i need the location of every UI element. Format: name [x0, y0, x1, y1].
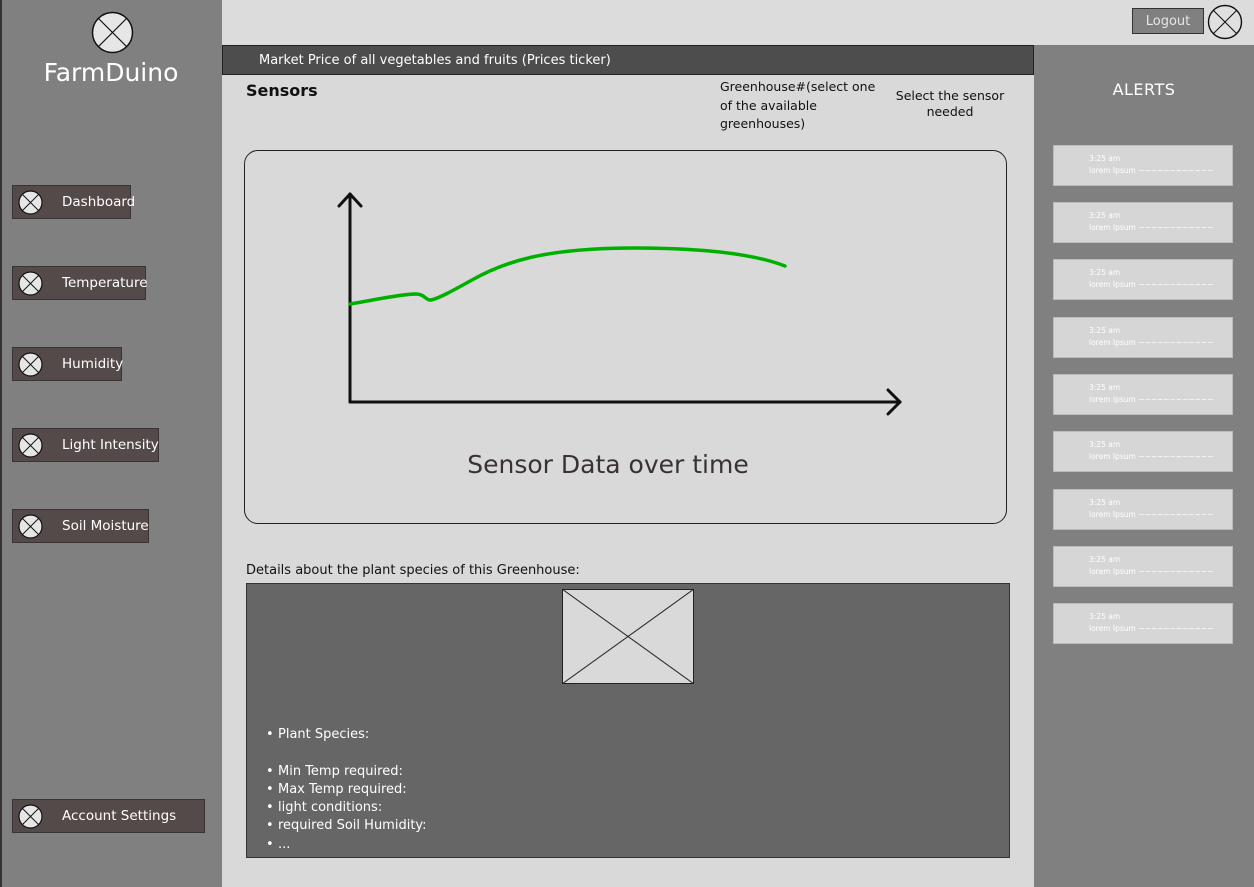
- alert-message: lorem Ipsum ~~~~~~~~~~~~: [1089, 223, 1214, 232]
- bullet: •: [266, 818, 274, 834]
- sidebar-item-dashboard[interactable]: Dashboard: [12, 185, 135, 219]
- sidebar-item-account-settings[interactable]: Account Settings: [12, 799, 205, 833]
- alert-message: lorem Ipsum ~~~~~~~~~~~~: [1089, 395, 1214, 404]
- humidity-icon: [18, 351, 43, 377]
- sidebar-item-humidity[interactable]: Humidity: [12, 347, 124, 381]
- sidebar-item-label: Humidity: [62, 356, 124, 372]
- sidebar-item-label: Temperature: [62, 275, 148, 291]
- bullet: •: [266, 781, 274, 797]
- x-axis: [348, 388, 902, 416]
- plant-details-list: • Plant Species: • Min Temp required: • Max…: [266, 726, 427, 854]
- sidebar-item-light-intensity[interactable]: Light Intensity: [12, 428, 159, 462]
- account-settings-icon: [18, 803, 43, 829]
- bullet: •: [266, 727, 274, 742]
- sensors-title: Sensors: [246, 81, 318, 100]
- alert-card[interactable]: 3:25 am lorem Ipsum ~~~~~~~~~~~~: [1053, 374, 1233, 415]
- temperature-icon: [18, 270, 43, 296]
- brand-name: FarmDuino: [43, 58, 179, 87]
- sidebar-item-temperature[interactable]: Temperature: [12, 266, 148, 300]
- alert-time: 3:25 am: [1089, 154, 1121, 163]
- alert-message: lorem Ipsum ~~~~~~~~~~~~: [1089, 567, 1214, 576]
- y-axis: [337, 192, 363, 404]
- plant-image-placeholder: [562, 589, 694, 684]
- alert-message: lorem Ipsum ~~~~~~~~~~~~: [1089, 280, 1214, 289]
- bullet: •: [266, 836, 274, 852]
- alert-card[interactable]: 3:25 am lorem Ipsum ~~~~~~~~~~~~: [1053, 317, 1233, 358]
- list-item: • Max Temp required:: [266, 781, 427, 799]
- sensor-select[interactable]: Select the sensor needed: [893, 88, 1007, 120]
- sidebar-item-label: Dashboard: [62, 194, 136, 210]
- light-intensity-icon: [18, 432, 43, 458]
- alert-time: 3:25 am: [1089, 326, 1121, 335]
- alert-card[interactable]: 3:25 am lorem Ipsum ~~~~~~~~~~~~: [1053, 145, 1233, 186]
- alert-time: 3:25 am: [1089, 383, 1121, 392]
- list-item: [266, 744, 427, 762]
- top-bar: [222, 0, 1254, 44]
- alert-card[interactable]: 3:25 am lorem Ipsum ~~~~~~~~~~~~: [1053, 431, 1233, 472]
- sidebar-item-label: Account Settings: [62, 808, 177, 824]
- alert-message: lorem Ipsum ~~~~~~~~~~~~: [1089, 452, 1214, 461]
- list-item: •...: [266, 836, 427, 854]
- alert-time: 3:25 am: [1089, 440, 1121, 449]
- greenhouse-select[interactable]: Greenhouse#(select one of the available …: [720, 78, 880, 134]
- alert-message: lorem Ipsum ~~~~~~~~~~~~: [1089, 166, 1214, 175]
- alert-card[interactable]: 3:25 am lorem Ipsum ~~~~~~~~~~~~: [1053, 202, 1233, 243]
- list-item: • Min Temp required:: [266, 763, 427, 781]
- prices-ticker[interactable]: Market Price of all vegetables and fruit…: [222, 45, 1034, 75]
- alert-message: lorem Ipsum ~~~~~~~~~~~~: [1089, 624, 1214, 633]
- logo-placeholder-icon: [91, 11, 134, 54]
- alert-time: 3:25 am: [1089, 555, 1121, 564]
- bullet: •: [266, 800, 274, 816]
- sensor-data-line: [348, 246, 787, 306]
- user-avatar-icon[interactable]: [1207, 4, 1243, 40]
- list-item: • required Soil Humidity:: [266, 817, 427, 835]
- soil-moisture-icon: [18, 513, 43, 539]
- dashboard-icon: [18, 189, 43, 215]
- details-label: Details about the plant species of this …: [246, 563, 580, 578]
- logout-button[interactable]: Logout: [1132, 8, 1204, 34]
- sidebar-item-label: Light Intensity: [62, 437, 159, 453]
- alerts-title: ALERTS: [1112, 80, 1176, 99]
- bullet: •: [266, 763, 274, 779]
- alert-time: 3:25 am: [1089, 268, 1121, 277]
- list-item: • Plant Species:: [266, 726, 427, 744]
- sidebar-item-soil-moisture[interactable]: Soil Moisture: [12, 509, 149, 543]
- alert-time: 3:25 am: [1089, 211, 1121, 220]
- alert-card[interactable]: 3:25 am lorem Ipsum ~~~~~~~~~~~~: [1053, 489, 1233, 530]
- alert-card[interactable]: 3:25 am lorem Ipsum ~~~~~~~~~~~~: [1053, 259, 1233, 300]
- list-item: • light conditions:: [266, 799, 427, 817]
- alert-card[interactable]: 3:25 am lorem Ipsum ~~~~~~~~~~~~: [1053, 603, 1233, 644]
- sidebar-item-label: Soil Moisture: [62, 518, 149, 534]
- alert-message: lorem Ipsum ~~~~~~~~~~~~: [1089, 510, 1214, 519]
- chart-caption: Sensor Data over time: [467, 450, 749, 479]
- alert-time: 3:25 am: [1089, 612, 1121, 621]
- alert-card[interactable]: 3:25 am lorem Ipsum ~~~~~~~~~~~~: [1053, 546, 1233, 587]
- alert-message: lorem Ipsum ~~~~~~~~~~~~: [1089, 338, 1214, 347]
- alert-time: 3:25 am: [1089, 498, 1121, 507]
